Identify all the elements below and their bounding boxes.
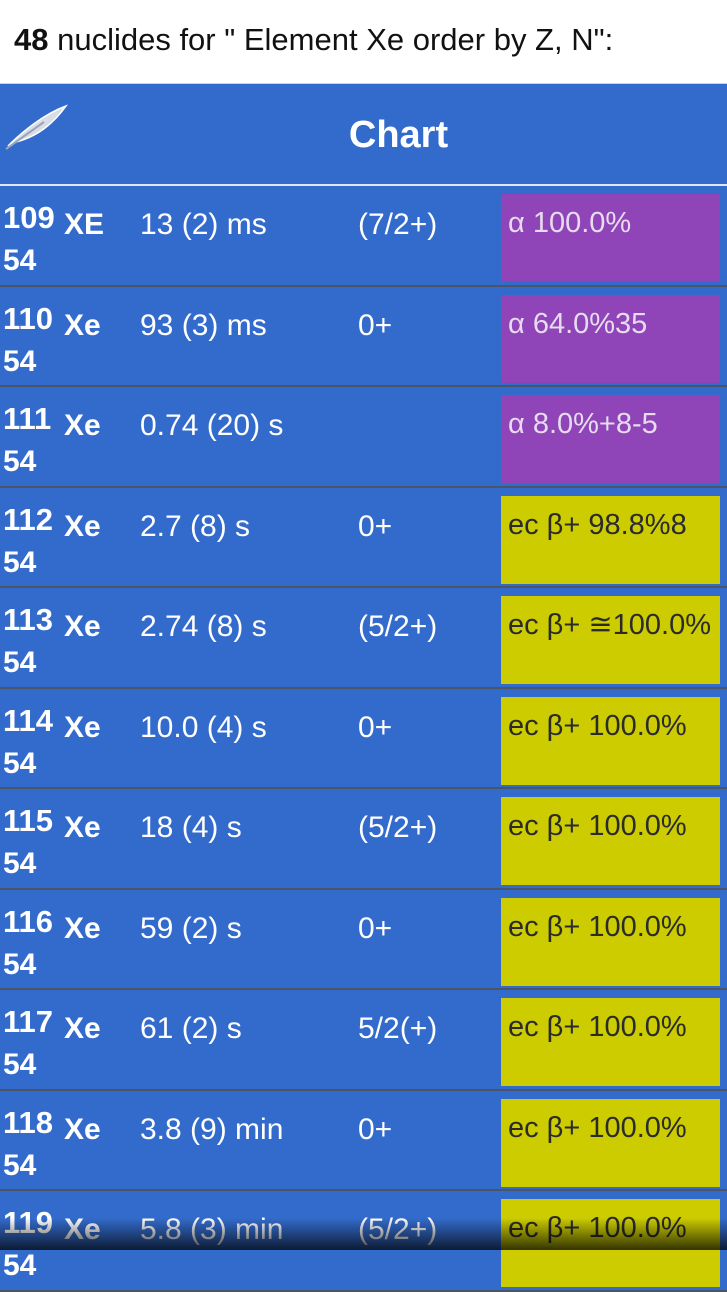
spin-parity: 0+ bbox=[358, 710, 393, 744]
mass-number: 118 bbox=[3, 1104, 54, 1140]
element-symbol: Xe bbox=[64, 710, 101, 744]
half-life: 0.74 (20) s bbox=[140, 409, 284, 442]
results-header: 48 nuclides for " Element Xe order by Z,… bbox=[0, 0, 727, 84]
element-symbol: Xe bbox=[64, 308, 101, 342]
element-symbol: Xe bbox=[64, 1112, 101, 1146]
half-life: 59 (2) s bbox=[140, 911, 242, 945]
mass-number: 112 bbox=[3, 501, 54, 537]
mass-number: 111 bbox=[3, 401, 52, 436]
mass-number: 113 bbox=[3, 602, 54, 637]
nuclide-row[interactable]: 116 Xe 54 59 (2) s 0+ ec β+ 100.0% bbox=[0, 890, 727, 990]
atomic-number: 54 bbox=[3, 244, 37, 277]
nuclide-list: 109 XE 54 13 (2) ms (7/2+) α 100.0% 110 Xe 54 93 … bbox=[0, 186, 727, 1292]
nuclide-row[interactable]: 113 Xe 54 2.74 (8) s (5/2+) ec β+ ≅100.0% bbox=[0, 588, 727, 689]
spin-parity: 0+ bbox=[358, 308, 393, 342]
atomic-number: 54 bbox=[3, 847, 37, 880]
mass-number: 110 bbox=[3, 300, 54, 336]
spin-parity: 0+ bbox=[358, 911, 393, 945]
decay-mode: ec β+ 98.8%8 bbox=[501, 495, 720, 584]
decay-mode: ec β+ 100.0% bbox=[501, 1199, 720, 1287]
spin-parity: 5/2(+) bbox=[358, 1012, 438, 1045]
half-life: 5.8 (3) min bbox=[140, 1213, 284, 1246]
atomic-number: 54 bbox=[3, 545, 37, 579]
nuclide-count: 48 bbox=[14, 22, 49, 57]
mass-number: 115 bbox=[3, 803, 54, 838]
half-life: 3.8 (9) min bbox=[140, 1112, 284, 1146]
nuclide-row[interactable]: 111 Xe 54 0.74 (20) s α 8.0%+8-5 bbox=[0, 387, 727, 488]
half-life: 2.74 (8) s bbox=[140, 610, 267, 643]
atomic-number: 54 bbox=[3, 445, 37, 478]
half-life: 10.0 (4) s bbox=[140, 710, 267, 744]
decay-mode: ec β+ ≅100.0% bbox=[501, 596, 720, 684]
mass-number: 114 bbox=[3, 702, 54, 738]
half-life: 61 (2) s bbox=[140, 1012, 242, 1045]
half-life: 93 (3) ms bbox=[140, 308, 267, 342]
element-symbol: Xe bbox=[64, 610, 101, 643]
decay-mode: ec β+ 100.0% bbox=[501, 998, 720, 1086]
mass-number: 116 bbox=[3, 903, 54, 939]
nuclide-row[interactable]: 118 Xe 54 3.8 (9) min 0+ ec β+ 100.0% bbox=[0, 1091, 727, 1191]
spin-parity: (5/2+) bbox=[358, 1213, 438, 1246]
half-life: 2.7 (8) s bbox=[140, 509, 251, 543]
nuclide-row[interactable]: 115 Xe 54 18 (4) s (5/2+) ec β+ 100.0% bbox=[0, 789, 727, 890]
decay-mode: ec β+ 100.0% bbox=[501, 797, 720, 885]
chart-button[interactable]: Chart bbox=[0, 114, 727, 157]
spin-parity: 0+ bbox=[358, 509, 393, 543]
nuclide-row[interactable]: 114 Xe 54 10.0 (4) s 0+ ec β+ 100.0% bbox=[0, 689, 727, 789]
spin-parity: (5/2+) bbox=[358, 811, 438, 844]
element-symbol: Xe bbox=[64, 811, 101, 844]
results-summary: 48 nuclides for " Element Xe order by Z,… bbox=[14, 22, 613, 58]
element-symbol: Xe bbox=[64, 1012, 101, 1045]
results-summary-text: nuclides for " Element Xe order by Z, N"… bbox=[48, 22, 614, 57]
decay-mode: α 8.0%+8-5 bbox=[501, 395, 720, 483]
nuclide-row[interactable]: 117 Xe 54 61 (2) s 5/2(+) ec β+ 100.0% bbox=[0, 990, 727, 1091]
half-life: 13 (2) ms bbox=[140, 208, 267, 241]
decay-mode: ec β+ 100.0% bbox=[501, 696, 720, 785]
element-symbol: Xe bbox=[64, 1213, 101, 1246]
mass-number: 117 bbox=[3, 1004, 54, 1039]
nuclide-row[interactable]: 119 Xe 54 5.8 (3) min (5/2+) ec β+ 100.0% bbox=[0, 1191, 727, 1292]
spin-parity: (5/2+) bbox=[358, 610, 438, 643]
nuclide-row[interactable]: 112 Xe 54 2.7 (8) s 0+ ec β+ 98.8%8 bbox=[0, 488, 727, 588]
nuclide-row[interactable]: 110 Xe 54 93 (3) ms 0+ α 64.0%35 bbox=[0, 287, 727, 387]
element-symbol: XE bbox=[64, 208, 105, 241]
nuclide-row[interactable]: 109 XE 54 13 (2) ms (7/2+) α 100.0% bbox=[0, 186, 727, 287]
spin-parity: (7/2+) bbox=[358, 208, 438, 241]
element-symbol: Xe bbox=[64, 409, 101, 442]
atomic-number: 54 bbox=[3, 1249, 37, 1282]
atomic-number: 54 bbox=[3, 1048, 37, 1081]
atomic-number: 54 bbox=[3, 746, 37, 780]
decay-mode: ec β+ 100.0% bbox=[501, 1098, 720, 1187]
decay-mode: α 100.0% bbox=[501, 194, 720, 282]
decay-mode: α 64.0%35 bbox=[501, 294, 720, 383]
mass-number: 119 bbox=[3, 1205, 54, 1240]
spin-parity: 0+ bbox=[358, 1112, 393, 1146]
element-symbol: Xe bbox=[64, 509, 101, 543]
toolbar: Chart bbox=[0, 84, 727, 185]
element-symbol: Xe bbox=[64, 911, 101, 945]
atomic-number: 54 bbox=[3, 344, 37, 378]
half-life: 18 (4) s bbox=[140, 811, 242, 844]
atomic-number: 54 bbox=[3, 646, 37, 679]
atomic-number: 54 bbox=[3, 1148, 37, 1182]
mass-number: 109 bbox=[3, 200, 55, 235]
atomic-number: 54 bbox=[3, 947, 37, 981]
decay-mode: ec β+ 100.0% bbox=[501, 897, 720, 986]
